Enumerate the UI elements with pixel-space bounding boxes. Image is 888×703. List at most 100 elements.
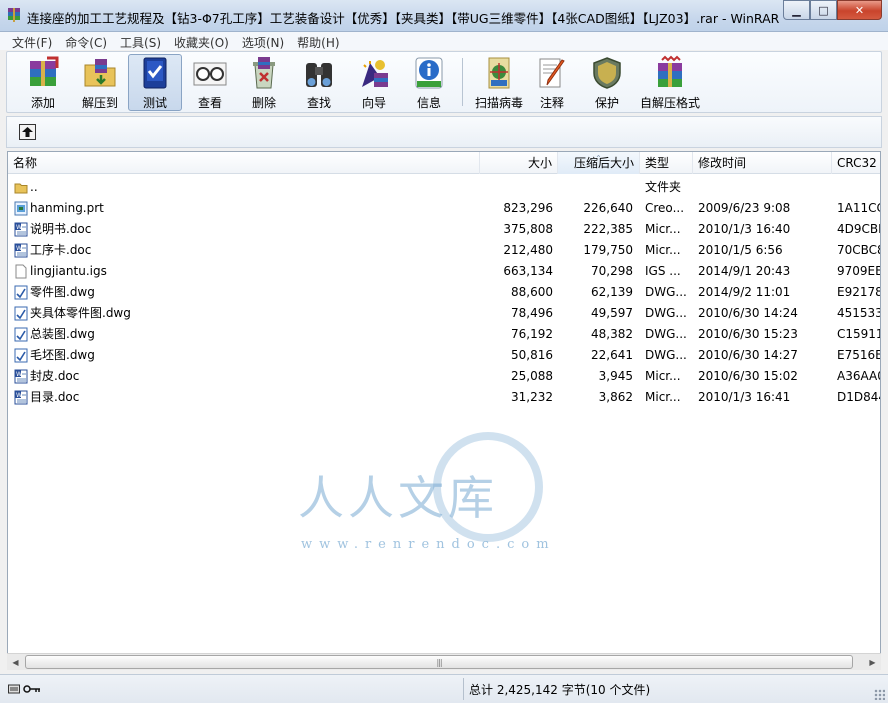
watermark: 人人文库 www.renrendoc.com [298,432,598,562]
key-icon[interactable] [23,683,41,695]
delete-button[interactable]: 删除 [237,54,291,111]
row-gongxuka-doc[interactable]: W 工序卡.doc 212,480 179,750 Micr... 2010/1/5 6:… [8,240,880,261]
file-type: DWG... [645,306,687,320]
file-packed-size: 222,385 [583,222,633,236]
file-modified: 2014/9/2 11:01 [698,285,791,299]
close-button[interactable]: ✕ [837,0,882,20]
row-hanming-prt[interactable]: hanming.prt 823,296 226,640 Creo... 2009/6/2… [8,198,880,219]
file-type: Micr... [645,369,681,383]
row-mulu-doc[interactable]: W 目录.doc 31,232 3,862 Micr... 2010/1/3 16:41 D… [8,387,880,408]
dwg-file-icon [14,306,28,321]
column-size[interactable]: 大小 [480,152,558,174]
svg-text:W: W [16,245,22,252]
wizard-button[interactable]: 向导 [347,54,401,111]
status-bar: 总计 2,425,142 字节(10 个文件) [0,674,888,703]
toolbar: 添加 解压到 测试 查看 删除 查找 向导 信息 扫描病毒 注释 保护 自解压格… [6,51,882,113]
menu-options[interactable]: 选项(N) [236,32,291,50]
find-button[interactable]: 查找 [292,54,346,111]
file-name: 工序卡.doc [30,243,92,257]
scroll-right-icon[interactable]: ▶ [864,654,881,670]
row-zongzhuangtu-dwg[interactable]: 总装图.dwg 76,192 48,382 DWG... 2010/6/30 15:23… [8,324,880,345]
menu-bar: 文件(F) 命令(C) 工具(S) 收藏夹(O) 选项(N) 帮助(H) [0,32,888,50]
row-fengpi-doc[interactable]: W 封皮.doc 25,088 3,945 Micr... 2010/6/30 15:02… [8,366,880,387]
file-packed-size [558,177,633,198]
binoculars-icon [299,54,339,91]
test-button[interactable]: 测试 [128,54,182,111]
file-name: 零件图.dwg [30,285,95,299]
column-name[interactable]: 名称 [8,152,480,174]
column-type[interactable]: 类型 [640,152,693,174]
info-button[interactable]: 信息 [402,54,456,111]
column-packed[interactable]: ⌃ 压缩后大小 [558,152,640,174]
file-list[interactable]: 名称 大小 ⌃ 压缩后大小 类型 修改时间 CRC32 .. 文件夹 hanming… [7,151,881,669]
add-label: 添加 [30,96,55,110]
file-crc: D1D844 [837,390,880,404]
minimize-button[interactable]: ▁ [783,0,810,20]
row-lingjiantu-dwg[interactable]: 零件图.dwg 88,600 62,139 DWG... 2014/9/2 11:01 E… [8,282,880,303]
watermark-circle [433,432,543,542]
sfx-label: 自解压格式 [639,96,700,110]
file-modified: 2010/1/5 6:56 [698,243,783,257]
scroll-thumb[interactable]: ||| [25,655,853,669]
menu-tools[interactable]: 工具(S) [114,32,168,50]
file-packed-size: 3,945 [598,369,633,383]
add-button[interactable]: 添加 [13,54,73,111]
dwg-file-icon [14,348,28,363]
resize-grip-icon[interactable] [874,689,885,700]
virus-scan-label: 扫描病毒 [474,96,523,110]
virus-scan-button[interactable]: 扫描病毒 [467,54,531,111]
file-size: 76,192 [511,327,553,341]
row-shuomingshu-doc[interactable]: W 说明书.doc 375,808 222,385 Micr... 2010/1/3 16… [8,219,880,240]
sfx-button[interactable]: 自解压格式 [637,54,703,111]
up-folder-icon[interactable] [19,124,36,140]
extract-folder-icon [80,54,120,91]
file-crc [837,177,880,198]
file-size: 88,600 [511,285,553,299]
file-type: 文件夹 [645,180,682,194]
row-parent-folder[interactable]: .. 文件夹 [8,177,880,198]
sfx-icon [650,54,690,91]
status-summary: 总计 2,425,142 字节(10 个文件) [469,683,651,697]
menu-commands[interactable]: 命令(C) [59,32,114,50]
shield-icon [587,54,627,91]
wizard-icon [354,54,394,91]
svg-text:W: W [16,224,22,231]
file-type: DWG... [645,348,687,362]
menu-file[interactable]: 文件(F) [6,32,59,50]
file-size [486,177,553,198]
file-modified: 2010/6/30 14:24 [698,306,798,320]
extract-to-button[interactable]: 解压到 [73,54,127,111]
column-modified[interactable]: 修改时间 [693,152,832,174]
drive-icon[interactable] [8,683,20,695]
row-maopitu-dwg[interactable]: 毛坯图.dwg 50,816 22,641 DWG... 2010/6/30 14:27… [8,345,880,366]
svg-text:W: W [16,371,22,378]
view-button[interactable]: 查看 [183,54,237,111]
file-crc: 4D9CBF [837,222,881,236]
file-name: 封皮.doc [30,369,80,383]
menu-favorites[interactable]: 收藏夹(O) [168,32,236,50]
horizontal-scrollbar[interactable]: ◀ ||| ▶ [7,653,881,670]
menu-help[interactable]: 帮助(H) [291,32,346,50]
row-jiajuti-dwg[interactable]: 夹具体零件图.dwg 78,496 49,597 DWG... 2010/6/30 14… [8,303,880,324]
file-crc: E92178 [837,285,881,299]
file-size: 25,088 [511,369,553,383]
maximize-button[interactable]: □ [810,0,837,20]
row-lingjiantu-igs[interactable]: lingjiantu.igs 663,134 70,298 IGS ... 2014/9… [8,261,880,282]
file-name: 说明书.doc [30,222,92,236]
scroll-left-icon[interactable]: ◀ [7,654,24,670]
watermark-url: www.renrendoc.com [301,537,556,552]
file-modified: 2010/6/30 15:02 [698,369,798,383]
file-crc: C15911 [837,327,881,341]
status-icons [8,682,46,696]
file-modified: 2009/6/23 9:08 [698,201,791,215]
protect-button[interactable]: 保护 [580,54,634,111]
comment-button[interactable]: 注释 [525,54,579,111]
address-bar [6,116,882,148]
column-crc[interactable]: CRC32 [832,152,880,174]
delete-label: 删除 [251,96,276,110]
winrar-app-icon[interactable] [6,7,22,23]
file-name: 毛坯图.dwg [30,348,95,362]
comment-pen-icon [532,54,572,91]
file-name: .. [30,180,38,194]
window-title: 连接座的加工工艺规程及【钻3-Φ7孔工序】工艺装备设计【优秀】【夹具类】【带UG… [27,11,780,26]
